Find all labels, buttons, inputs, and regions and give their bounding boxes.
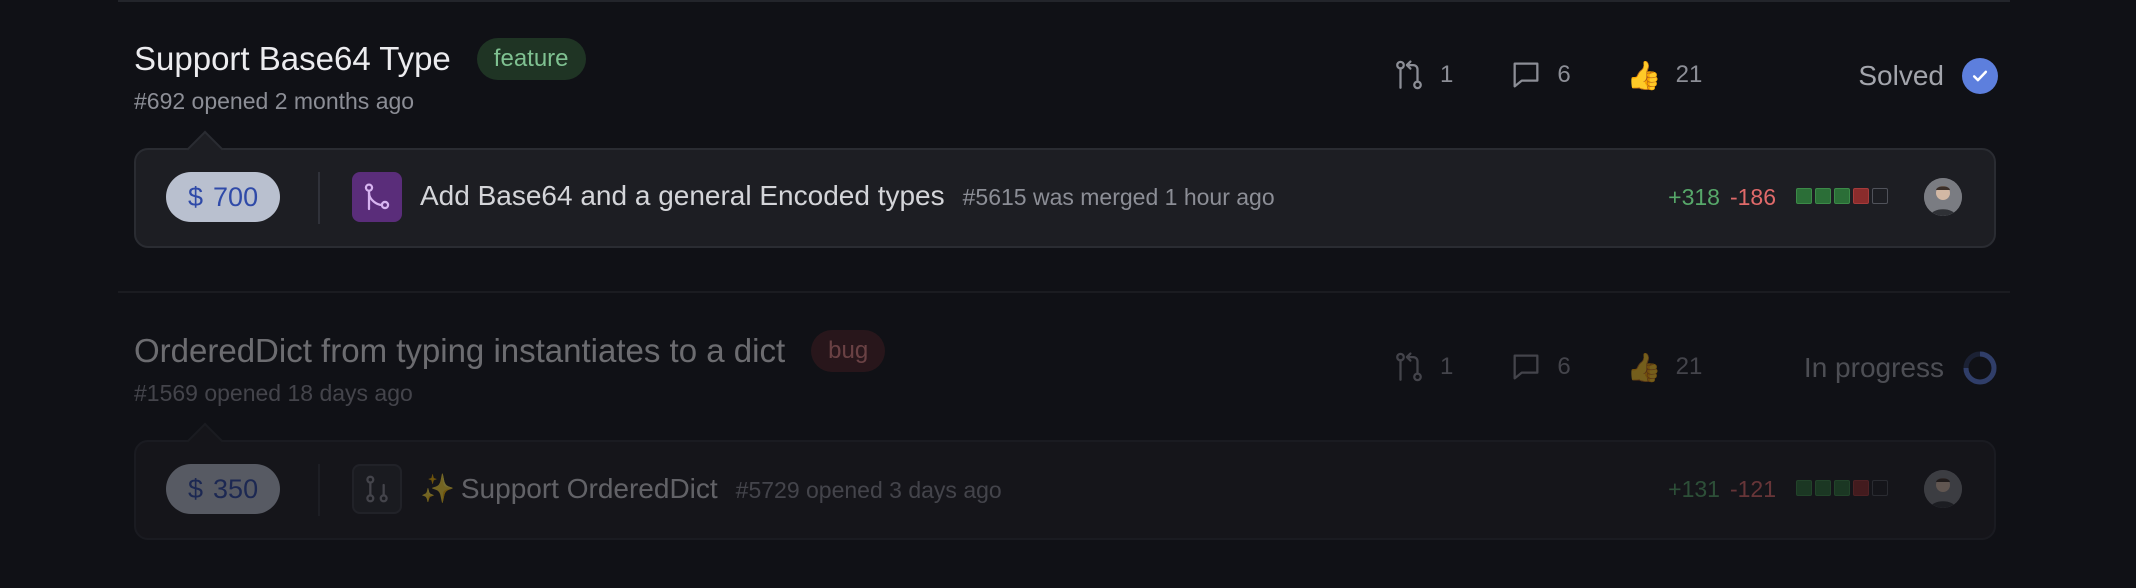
pr-title-wrap[interactable]: ✨ Support OrderedDict: [420, 472, 718, 505]
comment-icon: [1513, 62, 1539, 88]
divider: [318, 464, 320, 516]
diff-bar-add: [1796, 480, 1812, 496]
comment-count: 6: [1557, 61, 1571, 88]
pr-title: Support OrderedDict: [460, 473, 718, 504]
thumbs-up-icon: 👍: [1626, 59, 1662, 91]
status-text: In progress: [1803, 352, 1944, 383]
merged-icon: [352, 172, 402, 222]
reactions[interactable]: 👍 21: [1627, 351, 1703, 384]
bounty-amount: 350: [213, 473, 259, 504]
deletions: -186: [1729, 184, 1776, 210]
pr-title[interactable]: Add Base64 and a general Encoded types: [420, 180, 945, 212]
issue-title[interactable]: Support Base64 Type: [134, 40, 451, 78]
pr-title-row: Add Base64 and a general Encoded types #…: [420, 180, 1275, 212]
progress-ring-icon: [1963, 351, 1997, 385]
diff-bar-add: [1796, 188, 1812, 204]
issue-title-row: Support Base64 Type feature: [134, 38, 586, 80]
check-circle-icon: [1962, 58, 1998, 94]
bounty-amount: 700: [213, 181, 259, 212]
linked-pr-card[interactable]: $ 700 Add Base64 and a general Encoded t…: [134, 130, 1996, 248]
bounty-pill[interactable]: $ 700: [166, 172, 281, 222]
bounty-currency: $: [188, 181, 204, 212]
thumbs-up-icon: 👍: [1626, 351, 1662, 383]
bug-label[interactable]: bug: [811, 330, 886, 372]
comment-icon: [1513, 354, 1539, 380]
pull-request-icon: [1396, 60, 1422, 90]
diff-bars: [1796, 480, 1888, 496]
issue-divider: [118, 291, 2010, 293]
pr-count: 1: [1440, 61, 1454, 88]
comments[interactable]: 6: [1509, 58, 1571, 92]
diff-bar-add: [1834, 480, 1850, 496]
feature-label[interactable]: feature: [476, 38, 586, 80]
issue-title[interactable]: OrderedDict from typing instantiates to …: [134, 332, 785, 370]
diff-bar-delete: [1853, 188, 1869, 204]
deletions: -121: [1729, 476, 1776, 502]
additions: +131: [1668, 476, 1720, 502]
diff-bar-neutral: [1872, 480, 1888, 496]
linked-prs[interactable]: 1: [1392, 350, 1453, 384]
open-pr-icon: [352, 464, 402, 514]
pr-subtitle: #5729 opened 3 days ago: [735, 477, 1002, 503]
linked-prs[interactable]: 1: [1392, 58, 1453, 92]
thumbs-count: 21: [1675, 353, 1703, 380]
pr-subtitle: #5615 was merged 1 hour ago: [962, 184, 1275, 210]
status-indicator: In progress: [1804, 350, 1998, 386]
issue-subtitle: #692 opened 2 months ago: [134, 88, 415, 114]
diff-stats: +318 -186: [1668, 184, 1776, 211]
pr-title-row: ✨ Support OrderedDict #5729 opened 3 days…: [420, 472, 1002, 505]
bounty-pill[interactable]: $ 350: [166, 464, 281, 514]
sparkle-icon: ✨: [420, 473, 455, 504]
diff-bar-add: [1834, 188, 1850, 204]
pull-request-icon: [1396, 352, 1422, 382]
issue-title-row: OrderedDict from typing instantiates to …: [134, 330, 886, 372]
issue-meta: 1 6 👍 21: [1392, 350, 1702, 384]
diff-bar-delete: [1853, 480, 1869, 496]
diff-bar-neutral: [1872, 188, 1888, 204]
additions: +318: [1668, 184, 1720, 210]
avatar[interactable]: [1924, 178, 1962, 216]
diff-stats: +131 -121: [1668, 476, 1776, 503]
pr-count: 1: [1440, 353, 1454, 380]
comment-count: 6: [1557, 353, 1571, 380]
avatar[interactable]: [1924, 470, 1962, 508]
diff-bar-add: [1815, 480, 1831, 496]
comments[interactable]: 6: [1509, 350, 1571, 384]
issue-subtitle: #1569 opened 18 days ago: [134, 380, 413, 406]
status-text: Solved: [1858, 60, 1944, 91]
diff-bar-add: [1815, 188, 1831, 204]
bounty-currency: $: [188, 473, 204, 504]
issue-meta: 1 6 👍 21: [1392, 58, 1702, 92]
thumbs-count: 21: [1675, 61, 1703, 88]
diff-bars: [1796, 188, 1888, 204]
divider: [318, 172, 320, 224]
status-indicator: Solved: [1858, 58, 1998, 94]
linked-pr-card[interactable]: $ 350 ✨ Support OrderedDict #5729 opened …: [134, 422, 1996, 540]
reactions[interactable]: 👍 21: [1627, 59, 1703, 92]
